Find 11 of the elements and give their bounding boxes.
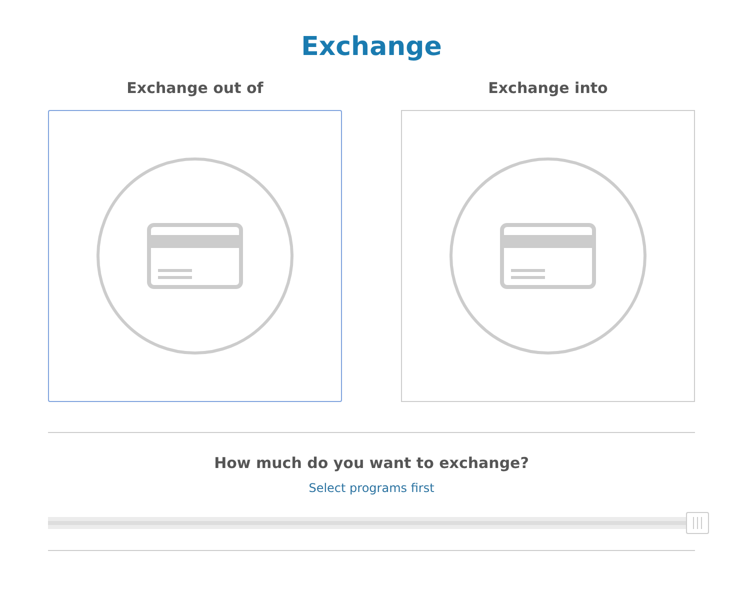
- card-icon: [449, 157, 647, 355]
- amount-slider[interactable]: [48, 512, 709, 534]
- panel-heading: Exchange out of: [126, 78, 264, 98]
- select-programs-hint: Select programs first: [308, 480, 434, 496]
- page-title: Exchange: [301, 31, 442, 64]
- slider-handle[interactable]: [686, 512, 709, 534]
- amount-question: How much do you want to exchange?: [214, 453, 529, 473]
- panel-heading: Exchange into: [488, 78, 608, 98]
- card-icon: [96, 157, 294, 355]
- program-picker[interactable]: [48, 110, 342, 402]
- program-picker[interactable]: [401, 110, 695, 402]
